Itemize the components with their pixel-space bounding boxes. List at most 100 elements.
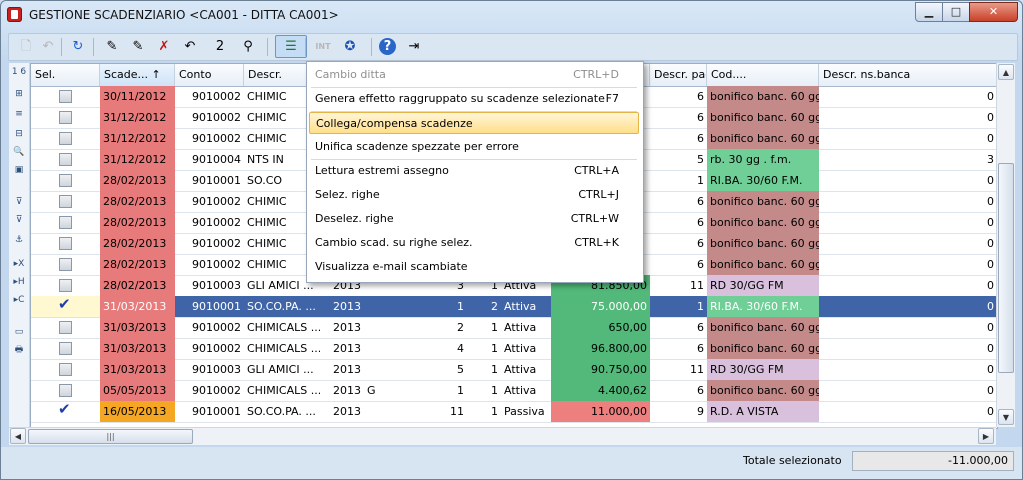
select-cell[interactable] [31,275,100,296]
checkbox[interactable] [59,237,72,250]
select-cell[interactable] [31,149,100,170]
refresh-icon[interactable]: ↻ [67,36,89,57]
new-doc-icon: 🗋 [20,39,32,54]
list-dropdown-icon[interactable]: ☰ [275,35,307,58]
checkbox[interactable] [59,363,72,376]
table-row[interactable]: 31/03/2013 9010002 CHIMICALS ... 2013 4 1 Atti… [31,338,997,360]
menu-item-5[interactable]: Selez. righe CTRL+J [309,184,639,206]
menu-item-6[interactable]: Deselez. righe CTRL+W [309,208,639,230]
checkbox[interactable] [59,132,72,145]
maximize-button[interactable]: □ [942,2,970,22]
left-tool-icon-0[interactable]: 1 6 [11,65,27,79]
due-date-cell: 30/11/2012 [100,86,175,107]
checkbox[interactable] [59,384,72,397]
counter-icon[interactable]: 2 [209,36,231,57]
column-header-10[interactable]: Descr. pagam. [650,64,707,86]
horizontal-scrollbar[interactable]: ◀ ||| ▶ [9,427,996,445]
check-icon[interactable]: ✔ [58,401,71,420]
scroll-right-icon[interactable]: ▶ [978,428,994,444]
table-row[interactable]: ✔ 31/03/2013 9010001 SO.CO.PA. ... 2013 1 2 Att… [31,296,997,318]
checkbox[interactable] [59,90,72,103]
menu-item-3[interactable]: Unifica scadenze spezzate per errore [309,136,639,158]
close-button[interactable]: ✕ [969,2,1018,22]
vertical-scrollbar[interactable]: ▲ ▼ [996,63,1015,427]
status-bar: Totale selezionato -11.000,00 [1,447,1022,479]
payment-description-cell: bonifico banc. 60 gg [707,107,819,128]
checkbox[interactable] [59,174,72,187]
menu-item-8[interactable]: Visualizza e-mail scambiate [309,256,639,278]
left-tool-icon-5[interactable]: ▣ [11,163,27,177]
column-header-1[interactable]: Scade... ↑ [100,64,175,86]
menu-item-2[interactable]: Collega/compensa scadenze [309,112,639,134]
conto-cell: 9010001 [192,300,241,313]
select-cell[interactable] [31,317,100,338]
due-date-cell: 28/02/2013 [100,191,175,212]
h-scroll-thumb[interactable]: ||| [28,429,193,444]
left-tool-icon-3[interactable]: ⊟ [11,127,27,141]
left-tool-icon-9[interactable]: ▸X [11,257,27,271]
menu-item-label: Unifica scadenze spezzate per errore [315,140,519,153]
menu-item-4[interactable]: Lettura estremi assegno CTRL+A [309,160,639,182]
select-cell[interactable] [31,233,100,254]
delete-row-icon[interactable]: ✗ [153,36,175,57]
select-cell[interactable]: ✔ [31,296,100,317]
left-tool-icon-8[interactable]: ⚓ [11,233,27,247]
exit-icon[interactable]: ⇥ [403,36,425,57]
select-cell[interactable]: ✔ [31,401,100,422]
left-tool-icon-2[interactable]: ≡ [11,107,27,121]
minimize-button[interactable]: ▁ [915,2,943,22]
checkbox[interactable] [59,195,72,208]
menu-item-7[interactable]: Cambio scad. su righe selez. CTRL+K [309,232,639,254]
select-cell[interactable] [31,338,100,359]
table-row[interactable]: 31/03/2013 9010003 GLI AMICI ... 2013 5 1 Atti… [31,359,997,381]
checkbox[interactable] [59,279,72,292]
checkbox[interactable] [59,216,72,229]
checkbox[interactable] [59,111,72,124]
select-cell[interactable] [31,212,100,233]
select-cell[interactable] [31,128,100,149]
edit-row-icon[interactable]: ✎ [101,36,123,57]
checkbox[interactable] [59,321,72,334]
left-tool-icon-4[interactable]: 🔍 [11,145,27,159]
select-cell[interactable] [31,359,100,380]
checkbox[interactable] [59,153,72,166]
table-row[interactable]: 05/05/2013 9010002 CHIMICALS ... 2013 G 1 1 Att… [31,380,997,402]
undo-edit-icon[interactable]: ↶ [179,36,201,57]
checkbox[interactable] [59,258,72,271]
column-header-2[interactable]: Conto [175,64,244,86]
description-cell: CHIMICALS ... [247,321,320,334]
left-tool-icon-10[interactable]: ▸H [11,275,27,289]
left-tool-icon-13[interactable]: 🖶 [11,343,27,357]
left-tool-icon-12[interactable]: ▭ [11,325,27,339]
scroll-thumb[interactable] [998,163,1014,373]
left-tool-icon-7[interactable]: ⊽ [11,213,27,227]
globe-icon[interactable]: ✪ [339,36,361,57]
conto-cell: 9010002 [192,384,241,397]
menu-item-1[interactable]: Genera effetto raggruppato su scadenze s… [309,88,639,110]
column-header-11[interactable]: Cod.... [707,64,819,86]
select-cell[interactable] [31,380,100,401]
column-header-12[interactable]: Descr. ns.banca [819,64,997,86]
table-row[interactable]: 31/03/2013 9010002 CHIMICALS ... 2013 2 1 Atti… [31,317,997,339]
left-tool-icon-11[interactable]: ▸C [11,293,27,307]
scroll-up-icon[interactable]: ▲ [998,64,1014,80]
select-cell[interactable] [31,191,100,212]
select-cell[interactable] [31,254,100,275]
binoculars-icon[interactable]: ⚲ [237,36,259,57]
edit-down-icon[interactable]: ✎ [127,36,149,57]
scroll-left-icon[interactable]: ◀ [10,428,26,444]
check-icon[interactable]: ✔ [58,296,71,315]
payment-description-cell: RI.BA. 30/60 F.M. [707,170,819,191]
checkbox[interactable] [59,342,72,355]
bank-code-cell: 0 [987,132,994,145]
select-cell[interactable] [31,170,100,191]
column-header-0[interactable]: Sel. [31,64,100,86]
left-tool-icon-1[interactable]: ⊞ [11,87,27,101]
payment-description-cell: bonifico banc. 60 gg [707,212,819,233]
left-tool-icon-6[interactable]: ⊽ [11,195,27,209]
select-cell[interactable] [31,86,100,107]
scroll-down-icon[interactable]: ▼ [998,409,1014,425]
select-cell[interactable] [31,107,100,128]
help-icon[interactable]: ? [379,38,396,55]
table-row[interactable]: ✔ 16/05/2013 9010001 SO.CO.PA. ... 2013 11 1 Pa… [31,401,997,423]
